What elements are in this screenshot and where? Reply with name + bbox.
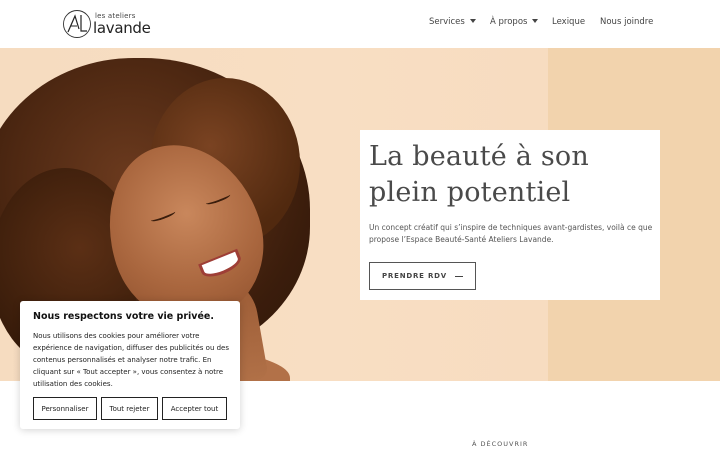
dash-icon: [455, 275, 463, 277]
nav-item-apropos[interactable]: À propos: [490, 17, 539, 27]
section-eyebrow: À DÉCOUVRIR: [472, 440, 529, 448]
cookie-banner: Nous respectons votre vie privée. Nous u…: [20, 301, 240, 429]
cookie-accept-button[interactable]: Accepter tout: [162, 397, 227, 420]
cookie-customize-button[interactable]: Personnaliser: [33, 397, 97, 420]
cookie-title: Nous respectons votre vie privée.: [33, 311, 214, 322]
caret-down-icon: [469, 19, 476, 23]
logo[interactable]: les ateliers lavande: [62, 9, 152, 39]
cookie-reject-button[interactable]: Tout rejeter: [101, 397, 158, 420]
hero-title: La beauté à son plein potentiel: [369, 141, 589, 208]
book-appointment-button[interactable]: PRENDRE RDV: [369, 262, 476, 290]
logo-mark-icon: [63, 10, 91, 38]
cookie-text: Nous utilisons des cookies pour améliore…: [33, 332, 229, 388]
hero-card: La beauté à son plein potentiel Un conce…: [360, 130, 660, 300]
hero-description: Un concept créatif qui s’inspire de tech…: [369, 223, 653, 244]
nav-item-lexique[interactable]: Lexique: [552, 17, 585, 27]
nav-item-label: Services: [429, 17, 465, 27]
logo-name: lavande: [93, 19, 151, 37]
book-appointment-label: PRENDRE RDV: [382, 272, 447, 280]
site-header: les ateliers lavande Services À propos L…: [0, 0, 720, 48]
nav-item-contact[interactable]: Nous joindre: [600, 17, 653, 27]
nav-item-services[interactable]: Services: [429, 17, 476, 27]
nav-item-label: À propos: [490, 17, 528, 27]
caret-down-icon: [532, 19, 539, 23]
